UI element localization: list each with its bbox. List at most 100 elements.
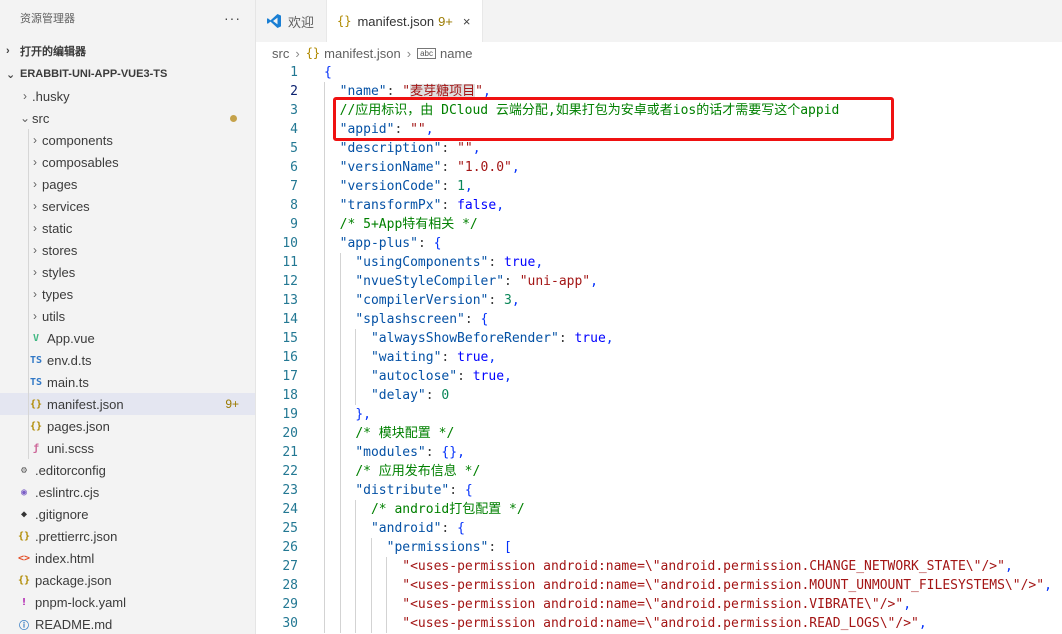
tree-item-label: main.ts <box>47 374 89 390</box>
chevron-down-icon: ⌄ <box>19 111 31 125</box>
code-text: { <box>324 65 332 80</box>
tree-item-styles[interactable]: › styles <box>0 261 255 283</box>
tree-item-utils[interactable]: › utils <box>0 305 255 327</box>
line-number: 6 <box>290 160 298 175</box>
code-line[interactable]: 25 "android": { <box>256 519 1062 538</box>
json-icon: {} <box>305 46 321 60</box>
json-icon: {} <box>29 398 43 410</box>
line-number: 16 <box>282 350 298 365</box>
tree-item-label: styles <box>42 264 76 280</box>
chevron-right-icon: › <box>33 309 37 323</box>
tree-item-uni-scss[interactable]: ƒ uni.scss <box>0 437 255 459</box>
problem-badge: 9+ <box>225 397 239 411</box>
tree-item-index-html[interactable]: <> index.html <box>0 547 255 569</box>
code-line[interactable]: 28 "<uses-permission android:name=\"andr… <box>256 576 1062 595</box>
code-line[interactable]: 12 "nvueStyleCompiler": "uni-app", <box>256 272 1062 291</box>
code-line[interactable]: 18 "delay": 0 <box>256 386 1062 405</box>
tree-item-pages-json[interactable]: {} pages.json <box>0 415 255 437</box>
chevron-right-icon: › <box>23 89 27 103</box>
tree-item-label: App.vue <box>47 330 95 346</box>
breadcrumb-item-symbol[interactable]: name <box>440 46 473 61</box>
eslint-icon: ◉ <box>20 486 28 498</box>
code-text: "waiting": true, <box>370 350 497 365</box>
breadcrumb-item-file[interactable]: manifest.json <box>324 46 401 61</box>
open-editors-section[interactable]: › 打开的编辑器 <box>0 40 255 62</box>
code-line[interactable]: 9 /* 5+App特有相关 */ <box>256 215 1062 234</box>
code-line[interactable]: 29 "<uses-permission android:name=\"andr… <box>256 595 1062 614</box>
line-number: 11 <box>282 255 298 270</box>
tree-item-label: .husky <box>32 88 70 104</box>
tree-item-manifest-json[interactable]: {} manifest.json 9+ <box>0 393 255 415</box>
vscode-icon <box>267 14 281 28</box>
tree-item-composables[interactable]: › composables <box>0 151 255 173</box>
code-line[interactable]: 23 "distribute": { <box>256 481 1062 500</box>
tree-item-env-d-ts[interactable]: TS env.d.ts <box>0 349 255 371</box>
breadcrumb-item-src[interactable]: src <box>272 46 289 61</box>
tree-item-app-vue[interactable]: V App.vue <box>0 327 255 349</box>
code-text: "nvueStyleCompiler": "uni-app", <box>355 274 598 289</box>
git-icon: ◆ <box>20 508 28 520</box>
tree-item-services[interactable]: › services <box>0 195 255 217</box>
json-icon: {} <box>17 530 31 542</box>
vue-icon: V <box>32 332 40 344</box>
line-number: 4 <box>290 122 298 137</box>
explorer-sidebar: 资源管理器 ··· › 打开的编辑器 ⌄ ERABBIT-UNI-APP-VUE… <box>0 0 256 634</box>
code-line[interactable]: 6 "versionName": "1.0.0", <box>256 158 1062 177</box>
tree-item-readme-md[interactable]: ⓘ README.md <box>0 613 255 634</box>
problem-badge: 9+ <box>438 13 453 29</box>
tree-item-package-json[interactable]: {} package.json <box>0 569 255 591</box>
typescript-icon: TS <box>29 354 43 366</box>
code-line[interactable]: 13 "compilerVersion": 3, <box>256 291 1062 310</box>
code-line[interactable]: 24 /* android打包配置 */ <box>256 500 1062 519</box>
code-line[interactable]: 22 /* 应用发布信息 */ <box>256 462 1062 481</box>
code-line[interactable]: 1{ <box>256 63 1062 82</box>
tree-item-label: .editorconfig <box>35 462 106 478</box>
tree-item-gitignore[interactable]: ◆ .gitignore <box>0 503 255 525</box>
code-line[interactable]: 11 "usingComponents": true, <box>256 253 1062 272</box>
tree-item-pnpm-lock-yaml[interactable]: ! pnpm-lock.yaml <box>0 591 255 613</box>
code-editor[interactable]: 1{2 "name": "麦芽糖项目", 3 //应用标识，由 DCloud 云端… <box>256 63 1062 634</box>
code-line[interactable]: 15 "alwaysShowBeforeRender": true, <box>256 329 1062 348</box>
open-editors-label: 打开的编辑器 <box>20 46 86 58</box>
info-icon: ⓘ <box>19 620 29 632</box>
chevron-right-icon: › <box>33 221 37 235</box>
tree-item-label: package.json <box>35 572 112 588</box>
code-line[interactable]: 21 "modules": {}, <box>256 443 1062 462</box>
html-icon: <> <box>17 552 31 564</box>
tab-manifest-json[interactable]: {} manifest.json 9+ × <box>327 0 484 42</box>
tree-item-eslintrc-cjs[interactable]: ◉ .eslintrc.cjs <box>0 481 255 503</box>
tree-item-stores[interactable]: › stores <box>0 239 255 261</box>
typescript-icon: TS <box>29 376 43 388</box>
code-text: /* 应用发布信息 */ <box>355 464 481 479</box>
more-actions-icon[interactable]: ··· <box>224 10 241 26</box>
code-line[interactable]: 16 "waiting": true, <box>256 348 1062 367</box>
code-line[interactable]: 14 "splashscreen": { <box>256 310 1062 329</box>
code-line[interactable]: 27 "<uses-permission android:name=\"andr… <box>256 557 1062 576</box>
chevron-right-icon: › <box>406 45 412 61</box>
code-line[interactable]: 7 "versionCode": 1, <box>256 177 1062 196</box>
line-number: 15 <box>282 331 298 346</box>
code-line[interactable]: 10 "app-plus": { <box>256 234 1062 253</box>
code-text: "<uses-permission android:name=\"android… <box>402 578 1052 593</box>
tree-item-components[interactable]: › components <box>0 129 255 151</box>
tree-item-pages[interactable]: › pages <box>0 173 255 195</box>
line-number: 22 <box>282 464 298 479</box>
project-section[interactable]: ⌄ ERABBIT-UNI-APP-VUE3-TS <box>0 63 255 85</box>
code-line[interactable]: 5 "description": "", <box>256 139 1062 158</box>
code-line[interactable]: 30 "<uses-permission android:name=\"andr… <box>256 614 1062 633</box>
tree-item-types[interactable]: › types <box>0 283 255 305</box>
tree-item-src[interactable]: ⌄ src <box>0 107 255 129</box>
tree-item-main-ts[interactable]: TS main.ts <box>0 371 255 393</box>
tree-item-prettierrc-json[interactable]: {} .prettierrc.json <box>0 525 255 547</box>
code-line[interactable]: 20 /* 模块配置 */ <box>256 424 1062 443</box>
code-line[interactable]: 8 "transformPx": false, <box>256 196 1062 215</box>
tree-item-editorconfig[interactable]: ⚙ .editorconfig <box>0 459 255 481</box>
code-text: "android": { <box>370 521 465 536</box>
close-icon[interactable]: × <box>463 14 471 29</box>
tab-welcome[interactable]: 欢迎 <box>256 0 328 42</box>
code-line[interactable]: 19 }, <box>256 405 1062 424</box>
code-line[interactable]: 26 "permissions": [ <box>256 538 1062 557</box>
tree-item-husky[interactable]: › .husky <box>0 85 255 107</box>
tree-item-static[interactable]: › static <box>0 217 255 239</box>
code-line[interactable]: 17 "autoclose": true, <box>256 367 1062 386</box>
